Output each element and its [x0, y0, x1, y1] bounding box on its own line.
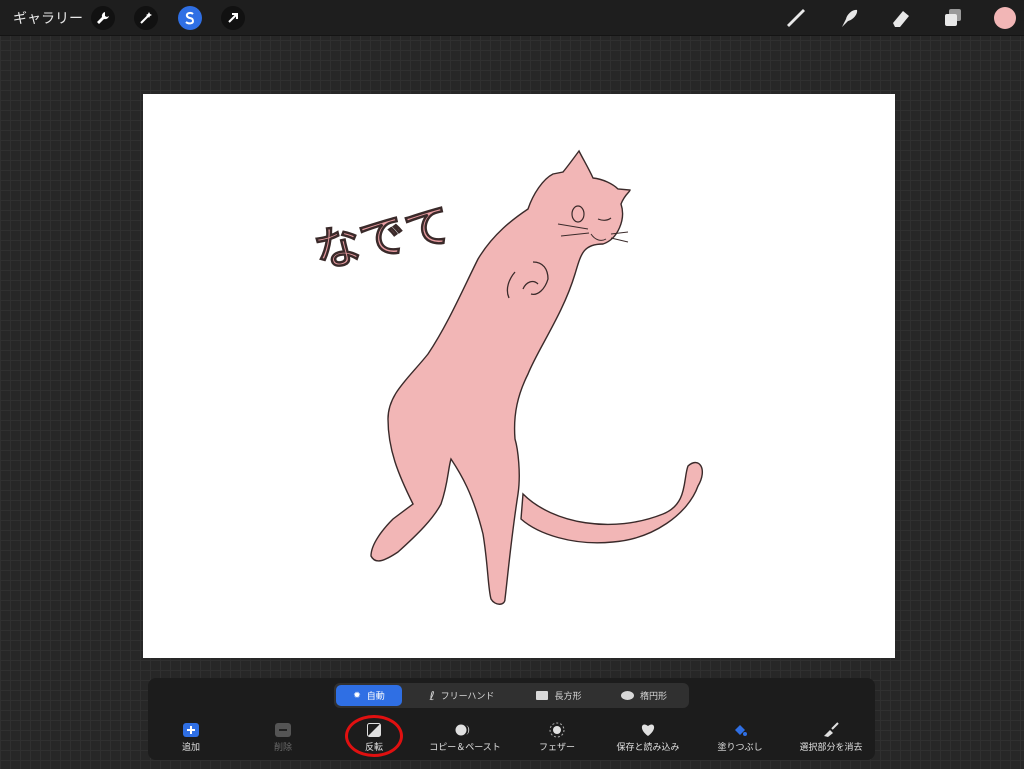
- heart-icon: [640, 720, 656, 740]
- drawing-canvas[interactable]: なでて: [143, 94, 895, 658]
- ellipse-icon: [620, 691, 634, 700]
- color-swatch[interactable]: [994, 7, 1016, 29]
- mode-freehand[interactable]: ℓ フリーハンド: [414, 685, 510, 706]
- clear-selection-icon: [822, 720, 840, 740]
- remove-icon: [275, 720, 291, 740]
- fill-icon: [732, 720, 748, 740]
- gallery-button[interactable]: ギャラリー: [13, 8, 83, 28]
- add-button[interactable]: 追加: [141, 720, 241, 758]
- layers-icon[interactable]: [940, 5, 966, 31]
- eraser-icon[interactable]: [888, 5, 914, 31]
- fill-button[interactable]: 塗りつぶし: [690, 720, 790, 758]
- add-icon: [183, 720, 199, 740]
- top-toolbar: ギャラリー: [0, 0, 1024, 36]
- smudge-icon[interactable]: [836, 5, 862, 31]
- clear-selection-button[interactable]: 選択部分を消去: [781, 720, 881, 758]
- save-load-button[interactable]: 保存と読み込み: [598, 720, 698, 758]
- transform-arrow-icon[interactable]: [221, 6, 245, 30]
- mode-rectangle[interactable]: 長方形: [524, 685, 594, 706]
- cat-tail: [520, 461, 703, 544]
- freehand-icon: ℓ: [429, 688, 435, 703]
- highlight-circle: [345, 715, 403, 757]
- magic-wand-icon[interactable]: [134, 6, 158, 30]
- mode-ellipse[interactable]: 楕円形: [609, 685, 679, 706]
- feather-icon: [549, 720, 565, 740]
- canvas-text: なでて: [309, 197, 455, 279]
- wrench-icon[interactable]: [91, 6, 115, 30]
- copy-paste-icon: [455, 720, 475, 740]
- feather-button[interactable]: フェザー: [507, 720, 607, 758]
- selection-modes: ✹ 自動 ℓ フリーハンド 長方形 楕円形: [334, 683, 689, 708]
- remove-button[interactable]: 削除: [233, 720, 333, 758]
- copy-paste-button[interactable]: コピー＆ペースト: [415, 720, 515, 758]
- selection-icon[interactable]: [178, 6, 202, 30]
- brush-icon[interactable]: [783, 5, 809, 31]
- rectangle-icon: [536, 691, 549, 700]
- sun-icon: ✹: [353, 690, 361, 701]
- mode-auto[interactable]: ✹ 自動: [336, 685, 402, 706]
